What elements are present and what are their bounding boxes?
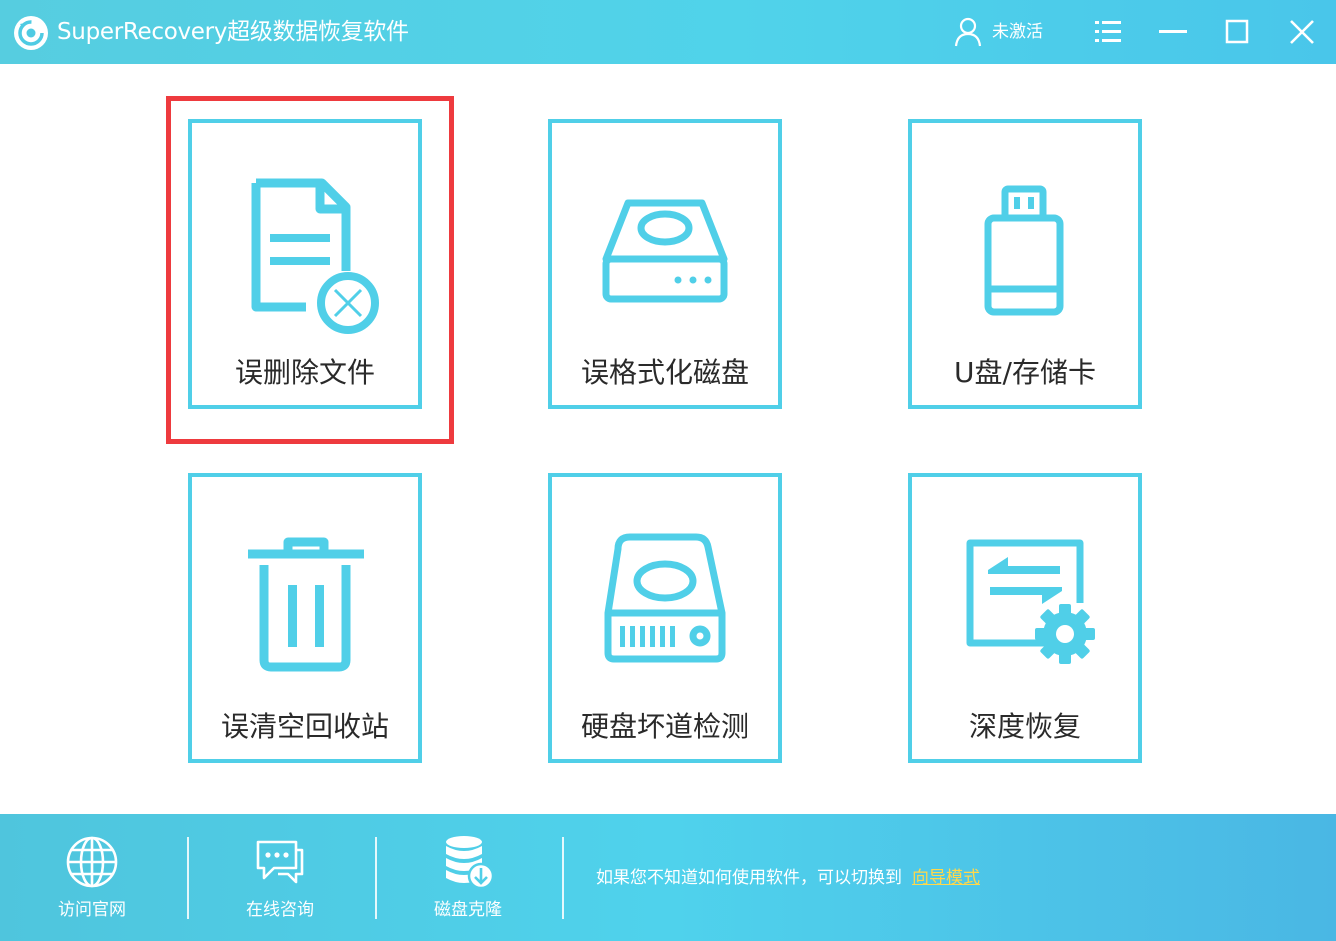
app-title: SuperRecovery超级数据恢复软件	[57, 19, 409, 45]
disk-drive-icon	[602, 199, 728, 303]
tile-label: U盘/存储卡	[954, 356, 1096, 389]
user-icon[interactable]	[954, 16, 982, 48]
footer-item-label: 在线咨询	[246, 900, 314, 920]
tile-usb-card[interactable]: U盘/存储卡	[908, 119, 1142, 409]
disk-clone-button[interactable]: 磁盘克隆	[393, 814, 543, 941]
maximize-button[interactable]	[1219, 14, 1255, 50]
title-bar: SuperRecovery超级数据恢复软件 未激活	[0, 0, 1336, 64]
activation-status[interactable]: 未激活	[992, 20, 1043, 44]
close-button[interactable]	[1284, 14, 1320, 50]
recycle-bin-icon	[248, 537, 364, 672]
database-icon	[446, 836, 495, 890]
online-consult-button[interactable]: 在线咨询	[205, 814, 355, 941]
minimize-icon	[1159, 30, 1187, 33]
hard-disk-icon	[604, 533, 726, 663]
tile-formatted-disk[interactable]: 误格式化磁盘	[548, 119, 782, 409]
tile-recycle-bin[interactable]: 误清空回收站	[188, 473, 422, 763]
tile-label: 误格式化磁盘	[580, 356, 749, 389]
close-icon	[1290, 20, 1314, 44]
deleted-file-icon	[251, 178, 379, 334]
tile-deleted-files[interactable]: 误删除文件	[188, 119, 422, 409]
visit-website-button[interactable]: 访问官网	[17, 814, 167, 941]
footer-item-label: 访问官网	[58, 900, 126, 920]
tile-bad-sector-check[interactable]: 硬盘坏道检测	[548, 473, 782, 763]
minimize-button[interactable]	[1155, 14, 1191, 50]
menu-button[interactable]	[1090, 14, 1126, 50]
footer-bar: 访问官网 在线咨询 磁盘克隆 如果您不知道如何使用软件，可以切换到 向导模式	[0, 814, 1336, 941]
wizard-mode-link[interactable]: 向导模式	[912, 868, 980, 888]
chat-icon	[256, 840, 304, 884]
usb-drive-icon	[984, 185, 1064, 316]
tile-label: 误删除文件	[234, 356, 375, 389]
tile-deep-recovery[interactable]: 深度恢复	[908, 473, 1142, 763]
menu-list-icon	[1095, 21, 1121, 42]
globe-icon	[66, 836, 118, 888]
footer-item-label: 磁盘克隆	[434, 900, 502, 920]
tile-label: 误清空回收站	[220, 710, 389, 743]
footer-divider	[562, 837, 564, 919]
mode-hint: 如果您不知道如何使用软件，可以切换到 向导模式	[596, 866, 980, 890]
tile-label: 深度恢复	[968, 710, 1081, 743]
tile-label: 硬盘坏道检测	[580, 710, 749, 743]
footer-divider	[375, 837, 377, 919]
app-logo-icon	[14, 16, 48, 50]
maximize-icon	[1225, 19, 1249, 44]
footer-divider	[187, 837, 189, 919]
hint-text: 如果您不知道如何使用软件，可以切换到	[596, 868, 902, 888]
deep-recovery-icon	[966, 539, 1095, 664]
